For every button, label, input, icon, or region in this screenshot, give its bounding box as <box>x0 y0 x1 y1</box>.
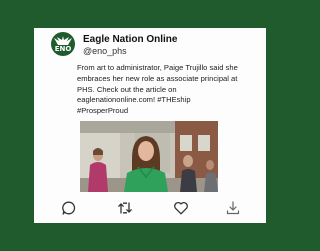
account-name[interactable]: Eagle Nation Online <box>83 34 177 45</box>
post-text-line: embraces her new role as associate princ… <box>77 73 238 83</box>
share-icon[interactable] <box>225 200 241 216</box>
avatar[interactable]: ENO <box>51 32 75 56</box>
post-photo[interactable] <box>80 121 218 192</box>
post-text-line[interactable]: eaglenationonline.com! #THEship <box>77 95 249 106</box>
post-actions <box>34 198 266 220</box>
comment-icon[interactable] <box>61 200 77 216</box>
social-post-card: ENO Eagle Nation Online @eno_phs From ar… <box>34 28 266 223</box>
heart-icon[interactable] <box>173 200 189 216</box>
post-text-line: From art to administrator, Paige Trujill… <box>77 63 238 72</box>
post-text-line: PHS. Check out the article on <box>77 84 177 94</box>
account-handle[interactable]: @eno_phs <box>83 46 127 56</box>
repost-icon[interactable] <box>117 200 133 216</box>
post-text-line[interactable]: #ProsperProud <box>77 106 249 117</box>
post-text: From art to administrator, Paige Trujill… <box>77 63 249 117</box>
photo-illustration <box>80 121 218 192</box>
avatar-mark: ENO <box>54 45 72 53</box>
